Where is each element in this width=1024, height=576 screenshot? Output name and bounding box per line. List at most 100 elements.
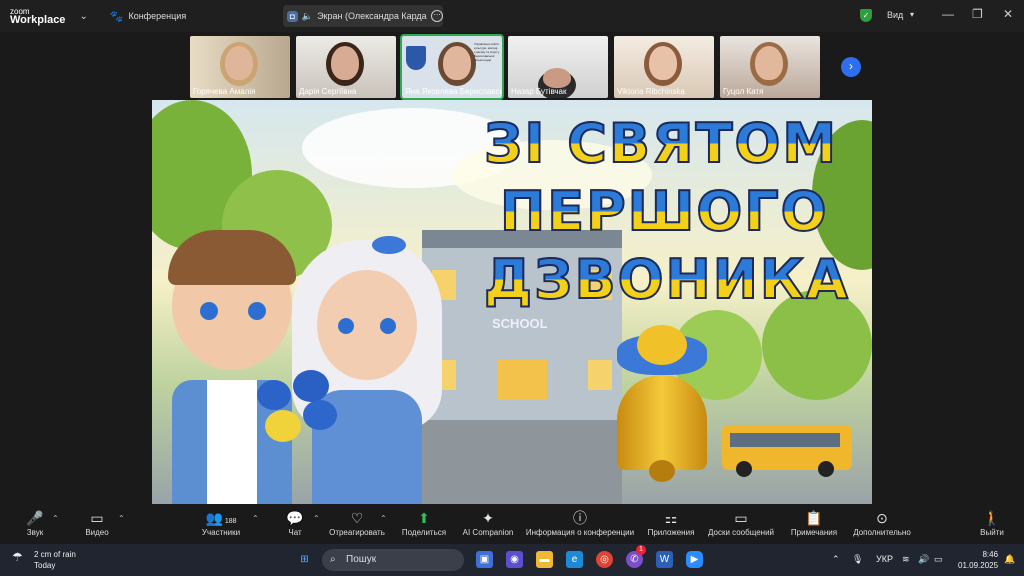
weather-widget[interactable]: ☂ 2 cm of rain Today bbox=[12, 549, 76, 571]
info-icon: ⓘ bbox=[573, 510, 587, 526]
word-icon[interactable]: W bbox=[656, 551, 673, 568]
paw-icon: 🐾 bbox=[109, 10, 124, 23]
shared-screen: SCHOOL ЗІ СВЯТОМ ПЕРШОГО ДЗВОНИКА bbox=[152, 100, 872, 504]
participant-name: Яна Яковлева Бериславсь... bbox=[405, 87, 502, 96]
language-indicator[interactable]: УКР bbox=[876, 554, 893, 564]
share-label: Поделиться bbox=[401, 528, 447, 537]
notes-button[interactable]: 📋 Примечания bbox=[786, 508, 842, 537]
volume-icon[interactable]: 🔊 bbox=[918, 554, 929, 565]
taskbar-search[interactable]: ⌕ Пошук bbox=[322, 549, 464, 571]
more-button[interactable]: ⊙ Дополнительно bbox=[848, 508, 916, 537]
meeting-info-button[interactable]: ⓘ Информация о конференции bbox=[522, 508, 638, 537]
logo-big-text: Workplace bbox=[10, 14, 66, 26]
minimize-icon[interactable]: — bbox=[942, 7, 954, 21]
react-caret-icon[interactable]: ⌃ bbox=[380, 514, 387, 523]
participant-name: Назар Бутівчак bbox=[511, 87, 567, 96]
notes-icon: 📋 bbox=[805, 510, 823, 526]
school-door bbox=[497, 360, 547, 400]
bow-icon bbox=[372, 236, 406, 254]
more-dots-icon: ⊙ bbox=[876, 510, 888, 526]
audio-button[interactable]: 🎤 Звук bbox=[18, 508, 52, 537]
participants-caret-icon[interactable]: ⌃ bbox=[252, 514, 259, 523]
participant-name: Дарія Сергіївна bbox=[299, 87, 357, 96]
meet-icon[interactable]: ◉ bbox=[506, 551, 523, 568]
participant-tile[interactable]: Горячева Амалія bbox=[190, 36, 290, 98]
participant-tile-active-speaker[interactable]: Управління освіти культури, молоді, тури… bbox=[400, 34, 504, 100]
notes-label: Примечания bbox=[790, 528, 838, 537]
slide-title-line-3: ДЗВОНИКА bbox=[483, 247, 850, 312]
meeting-toolbar: 🎤 Звук ⌃ ▭ Видео ⌃ 👥 188 Участники ⌃ 💬 Ча… bbox=[0, 508, 1024, 544]
video-button[interactable]: ▭ Видео bbox=[80, 508, 114, 537]
conference-label: Конференция bbox=[128, 11, 187, 21]
leave-button[interactable]: 🚶 Выйти bbox=[974, 508, 1010, 537]
speaker-icon: 🔈 bbox=[301, 10, 314, 21]
exit-person-icon: 🚶 bbox=[983, 510, 1001, 526]
view-button[interactable]: Вид bbox=[887, 10, 903, 20]
flower-bouquet bbox=[257, 370, 347, 460]
tray-expand-icon[interactable]: ⌃ bbox=[832, 554, 840, 565]
participant-tile[interactable]: Дарія Сергіївна bbox=[296, 36, 396, 98]
chrome-icon[interactable]: ◎ bbox=[596, 551, 613, 568]
viber-icon[interactable]: ✆ 1 bbox=[626, 545, 646, 568]
view-chevron-icon[interactable]: ▾ bbox=[910, 10, 914, 19]
search-placeholder: Пошук bbox=[346, 554, 377, 565]
microphone-icon[interactable]: 🎙 bbox=[852, 554, 863, 565]
participant-name: Viktoria Ribchinska bbox=[617, 87, 685, 96]
close-icon[interactable]: ✕ bbox=[1003, 7, 1013, 21]
security-shield-icon[interactable]: ✓ bbox=[860, 9, 872, 22]
video-caret-icon[interactable]: ⌃ bbox=[118, 514, 125, 523]
info-label: Информация о конференции bbox=[525, 528, 635, 537]
chat-bubble-icon: 💬 bbox=[286, 510, 304, 526]
react-button[interactable]: ♡ Отреагировать bbox=[328, 508, 386, 537]
sparkle-icon: ✦ bbox=[482, 510, 494, 526]
notification-badge: 1 bbox=[636, 545, 646, 555]
video-camera-icon: ▭ bbox=[90, 510, 104, 526]
notifications-bell-icon[interactable]: 🔔 bbox=[1004, 554, 1015, 565]
react-label: Отреагировать bbox=[329, 528, 385, 537]
file-explorer-icon[interactable]: ▬ bbox=[536, 551, 553, 568]
battery-icon[interactable]: ▭ bbox=[934, 554, 943, 565]
chat-button[interactable]: 💬 Чат bbox=[280, 508, 310, 537]
coat-of-arms-icon bbox=[406, 46, 426, 70]
slide-title-line-2: ПЕРШОГО bbox=[499, 179, 829, 244]
video-label: Видео bbox=[85, 528, 109, 537]
windows-start-icon[interactable]: ⊞ bbox=[296, 551, 313, 568]
ai-companion-button[interactable]: ✦ AI Companion bbox=[460, 508, 516, 537]
edge-browser-icon[interactable]: e bbox=[566, 551, 583, 568]
screen-share-tab[interactable]: ◘ 🔈 Экран (Олександра Кардаш ⋯ bbox=[283, 5, 443, 27]
audio-label: Звук bbox=[26, 528, 44, 537]
participant-tile[interactable]: Назар Бутівчак bbox=[508, 36, 608, 98]
muted-mic-icon: 🎤 bbox=[26, 510, 44, 526]
search-icon: ⌕ bbox=[330, 554, 336, 565]
chat-caret-icon[interactable]: ⌃ bbox=[313, 514, 320, 523]
task-view-icon[interactable]: ▣ bbox=[476, 551, 493, 568]
participant-tile[interactable]: Гуцол Катя bbox=[720, 36, 820, 98]
participant-strip: Горячева Амалія Дарія Сергіївна Управлін… bbox=[190, 34, 820, 100]
zoom-app-icon[interactable]: ▶ bbox=[686, 551, 703, 568]
audio-caret-icon[interactable]: ⌃ bbox=[52, 514, 59, 523]
boy-character bbox=[162, 230, 302, 504]
participant-name: Гуцол Катя bbox=[723, 87, 764, 96]
road-shape bbox=[422, 420, 622, 504]
participants-count: 188 bbox=[224, 518, 237, 525]
screen-tab-label: Экран (Олександра Кардаш bbox=[317, 11, 428, 21]
next-page-chevron-icon[interactable]: › bbox=[841, 57, 861, 77]
weather-line2: Today bbox=[34, 561, 56, 570]
chat-label: Чат bbox=[288, 528, 302, 537]
participants-button[interactable]: 👥 188 Участники bbox=[196, 508, 246, 537]
share-screen-button[interactable]: ⬆ Поделиться bbox=[398, 508, 450, 537]
leave-label: Выйти bbox=[980, 528, 1004, 537]
wifi-icon[interactable]: ≋ bbox=[902, 554, 910, 565]
share-arrow-icon: ⬆ bbox=[418, 510, 430, 526]
time: 8:46 bbox=[982, 550, 999, 559]
restore-icon[interactable]: ❐ bbox=[972, 7, 983, 21]
more-options-icon[interactable]: ⋯ bbox=[431, 10, 443, 22]
apps-button[interactable]: ⚏ Приложения bbox=[644, 508, 698, 537]
chevron-down-icon[interactable]: ⌄ bbox=[79, 11, 87, 22]
zoom-logo: zoom Workplace bbox=[10, 7, 66, 26]
whiteboard-icon: ▭ bbox=[734, 510, 748, 526]
conference-tab[interactable]: 🐾 Конференция bbox=[110, 10, 186, 23]
participant-tile[interactable]: Viktoria Ribchinska bbox=[614, 36, 714, 98]
clock[interactable]: 8:46 01.09.2025 bbox=[958, 549, 998, 571]
whiteboards-button[interactable]: ▭ Доски сообщений bbox=[704, 508, 778, 537]
